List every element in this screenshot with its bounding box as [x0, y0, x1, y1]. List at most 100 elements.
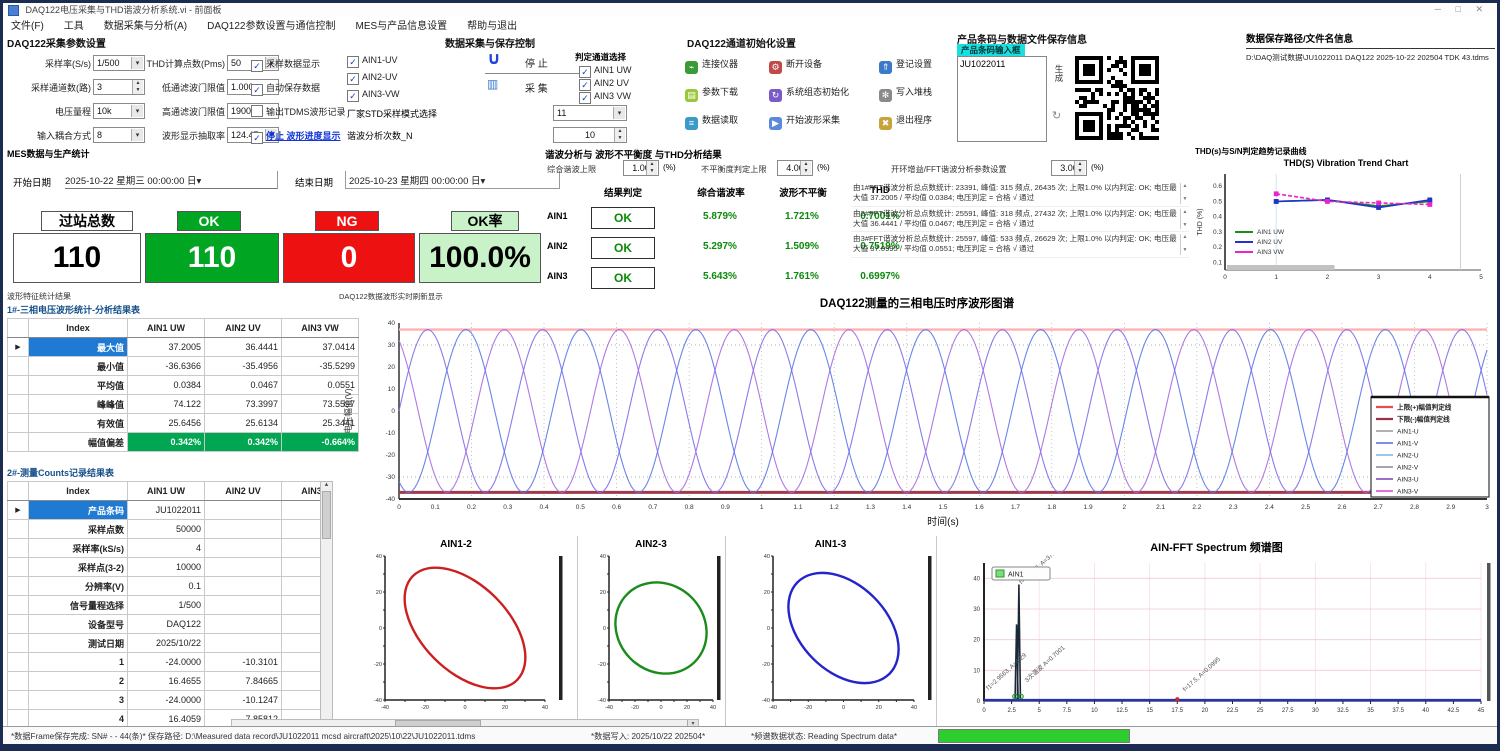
- spinner-arrows-icon[interactable]: ▲▼: [132, 80, 143, 94]
- spinner-arrows-icon[interactable]: ▲▼: [614, 128, 625, 142]
- table-row[interactable]: 216.46557.8466545.7292: [8, 672, 334, 691]
- table-row[interactable]: 分辨率(V)0.1: [8, 577, 334, 596]
- harmonic-spinner[interactable]: 10▲▼: [553, 127, 627, 143]
- spinner-arrows-icon[interactable]: ▲▼: [646, 161, 657, 175]
- select-channel-AIN3 VW[interactable]: ✓AIN3 VW: [579, 91, 631, 104]
- start-date-picker[interactable]: 2025-10-22 星期三 00:00:00 日▾: [65, 171, 278, 189]
- log-scroll[interactable]: ▲▼: [1180, 234, 1189, 255]
- svg-text:1: 1: [760, 504, 764, 511]
- limit-spinner[interactable]: 4.00▲▼: [777, 160, 813, 176]
- collect-button-label[interactable]: 采 集: [525, 80, 548, 95]
- stop-button-label[interactable]: 停 止: [525, 55, 548, 70]
- limit-spinner[interactable]: 3.00▲▼: [1051, 160, 1087, 176]
- device-button-写入堆栈[interactable]: ✻写入堆栈: [879, 85, 932, 102]
- maximize-button[interactable]: □: [1456, 4, 1467, 14]
- table-row[interactable]: 平均值0.03840.04670.0551: [8, 376, 359, 395]
- table-row[interactable]: 616.40457.8561245.7292: [8, 748, 334, 751]
- row-marker: [8, 691, 29, 710]
- menu-item-2[interactable]: 数据采集与分析(A): [104, 21, 187, 32]
- row-marker: [8, 596, 29, 615]
- device-button-数据读取[interactable]: ≡数据读取: [685, 113, 738, 130]
- table-row[interactable]: ▶最大值37.200536.444137.0414: [8, 338, 359, 357]
- vertical-scrollbar[interactable]: ▲▼: [320, 481, 333, 749]
- svg-text:-30: -30: [386, 474, 396, 481]
- acq-channel-AIN1-UV[interactable]: ✓AIN1-UV: [347, 55, 398, 68]
- device-button-断开设备[interactable]: ⚙断开设备: [769, 57, 822, 74]
- log-scroll[interactable]: ▲▼: [1180, 209, 1189, 230]
- device-button-参数下载[interactable]: ▤参数下载: [685, 85, 738, 102]
- collect-icon[interactable]: ▥: [487, 77, 498, 91]
- end-date-picker[interactable]: 2025-10-23 星期四 00:00:00 日▾: [345, 171, 560, 189]
- menu-item-1[interactable]: 工具: [64, 21, 84, 32]
- device-button-退出程序[interactable]: ✖退出程序: [879, 113, 932, 130]
- fft-chart: 01020304002.557.51012.51517.52022.52527.…: [938, 555, 1495, 727]
- device-button-系统组态初始化[interactable]: ↻系统组态初始化: [769, 85, 849, 102]
- 采样通道数(路)-control[interactable]: 3▲▼: [93, 79, 145, 95]
- select-channel-AIN2 UV[interactable]: ✓AIN2 UV: [579, 78, 629, 91]
- cell-value: 74.122: [128, 395, 205, 414]
- checkbox-采样数据显示[interactable]: ✓采样数据显示: [251, 57, 320, 72]
- refresh-barcode-icon[interactable]: ↻: [1052, 109, 1061, 122]
- stop-icon[interactable]: ∪: [487, 49, 501, 69]
- 电压量程-control[interactable]: 10k▾: [93, 103, 145, 119]
- select-channel-AIN1 UW[interactable]: ✓AIN1 UW: [579, 65, 632, 78]
- menu-item-3[interactable]: DAQ122参数设置与通信控制: [207, 21, 335, 32]
- spinner-arrows-icon[interactable]: ▲▼: [1074, 161, 1085, 175]
- table-row[interactable]: 采样点数50000: [8, 520, 334, 539]
- svg-text:40: 40: [600, 554, 606, 560]
- 输入耦合方式-control[interactable]: 8▾: [93, 127, 145, 143]
- checkbox-输出TDMS波形记录[interactable]: 输出TDMS波形记录: [251, 105, 346, 118]
- table-row[interactable]: 设备型号DAQ122: [8, 615, 334, 634]
- device-button-登记设置[interactable]: ⇑登记设置: [879, 57, 932, 74]
- log-scroll[interactable]: ▲▼: [1180, 183, 1189, 204]
- checkbox-自动保存数据[interactable]: ✓自动保存数据: [251, 81, 320, 96]
- analysis-log[interactable]: 由1#FFT谐波分析总点数统计: 23391, 峰值: 315 频点, 2643…: [851, 181, 1189, 293]
- svg-text:0: 0: [603, 626, 606, 632]
- table-row[interactable]: ▶产品条码JU1022011: [8, 501, 334, 520]
- log-entry: 由1#FFT谐波分析总点数统计: 23391, 峰值: 315 频点, 2643…: [851, 181, 1189, 207]
- table-row[interactable]: 信号量程选择1/500: [8, 596, 334, 615]
- checkbox-停止 波形进度显示[interactable]: ✓停止 波形进度显示: [251, 129, 341, 144]
- device-button-连接仪器[interactable]: ⌁连接仪器: [685, 57, 738, 74]
- device-button-开始波形采集[interactable]: ▶开始波形采集: [769, 113, 840, 130]
- table-row[interactable]: 1-24.0000-10.310135.35: [8, 653, 334, 672]
- acq-channel-AIN3-VW[interactable]: ✓AIN3-VW: [347, 89, 400, 102]
- table-row[interactable]: 测试日期2025/10/22: [8, 634, 334, 653]
- svg-text:20: 20: [973, 638, 980, 644]
- svg-text:40: 40: [973, 576, 980, 582]
- svg-text:40: 40: [710, 705, 716, 711]
- menu-item-0[interactable]: 文件(F): [11, 21, 44, 32]
- table2-caption: 2#-测量Counts记录结果表: [7, 466, 337, 479]
- counter-value-NG: 0: [283, 233, 415, 283]
- svg-text:0: 0: [391, 408, 395, 415]
- svg-text:1.2: 1.2: [830, 504, 839, 511]
- table-row[interactable]: 最小值-36.6366-35.4956-35.5299: [8, 357, 359, 376]
- svg-text:-20: -20: [374, 662, 382, 668]
- menu-item-5[interactable]: 帮助与退出: [467, 21, 517, 32]
- cell-value: [205, 634, 282, 653]
- spinner-arrows-icon[interactable]: ▲▼: [800, 161, 811, 175]
- status-spectrum-info: *频谱数据状态: Reading Spectrum data*: [751, 730, 897, 742]
- cell-value: 0.342%: [205, 433, 282, 452]
- table-row[interactable]: 幅值偏差0.342%0.342%-0.664%: [8, 433, 359, 452]
- table-row[interactable]: 采样点(3-2)10000: [8, 558, 334, 577]
- row-marker: [8, 615, 29, 634]
- minimize-button[interactable]: ─: [1435, 4, 1447, 14]
- table-row[interactable]: 有效值25.645625.613425.3441: [8, 414, 359, 433]
- acq-channel-AIN2-UV[interactable]: ✓AIN2-UV: [347, 72, 398, 85]
- svg-text:1.5: 1.5: [938, 504, 947, 511]
- svg-text:AIN3-U: AIN3-U: [1397, 477, 1419, 484]
- mes-title: MES数据与生产统计: [7, 147, 547, 160]
- table-row[interactable]: 3-24.0000-10.124735.35: [8, 691, 334, 710]
- 采样率(S/s)-control[interactable]: 1/500▾: [93, 55, 145, 71]
- svg-text:30: 30: [973, 607, 980, 613]
- limit-spinner[interactable]: 1.00▲▼: [623, 160, 659, 176]
- harmonic-label: 谐波分析次数_N: [347, 129, 413, 142]
- table-row[interactable]: 峰峰值74.12273.399773.5597: [8, 395, 359, 414]
- generate-barcode-button[interactable]: 生成: [1053, 65, 1065, 84]
- mode-dropdown[interactable]: 11 ▾: [553, 105, 627, 121]
- close-button[interactable]: ✕: [1475, 4, 1489, 14]
- table-row[interactable]: 采样率(kS/s)4: [8, 539, 334, 558]
- barcode-input[interactable]: [957, 56, 1047, 142]
- menu-item-4[interactable]: MES与产品信息设置: [355, 21, 447, 32]
